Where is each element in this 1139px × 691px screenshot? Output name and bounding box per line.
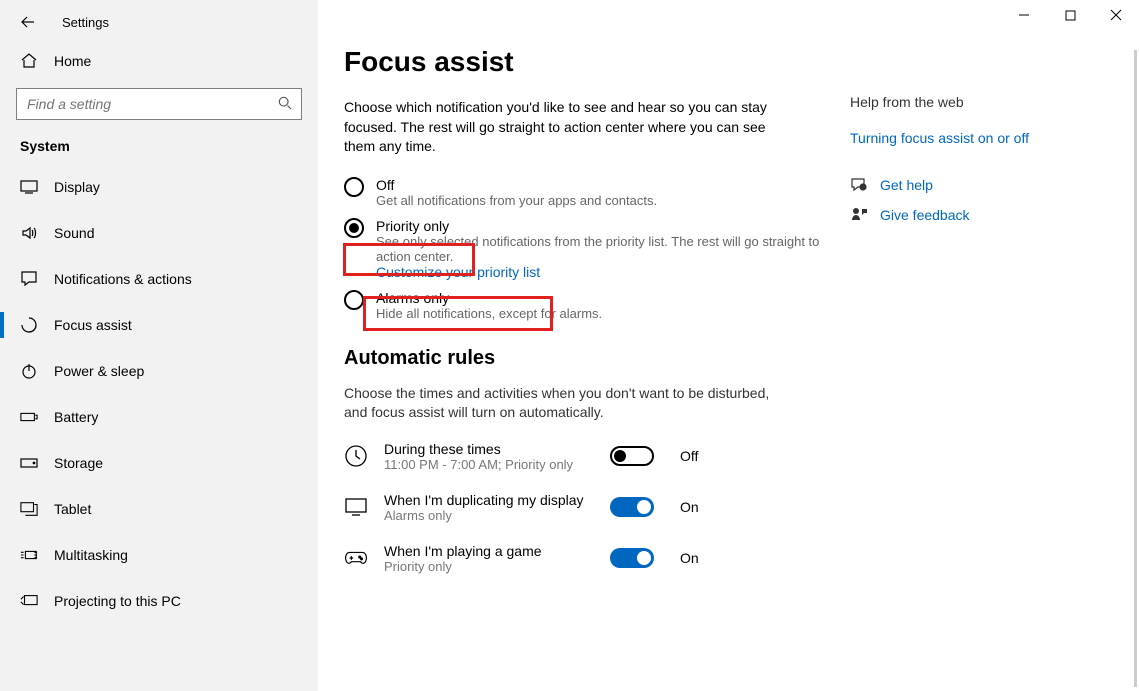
option-title: Alarms only [376,290,602,306]
rule-toggle-label: Off [680,448,698,464]
focus-option-priority[interactable]: Priority only See only selected notifica… [344,216,844,282]
sidebar-item-label: Projecting to this PC [54,593,181,609]
monitor-icon [344,495,368,519]
sidebar-item-label: Focus assist [54,317,132,333]
rule-title: When I'm duplicating my display [384,492,594,508]
page-title: Focus assist [344,46,844,78]
back-icon[interactable] [20,14,36,30]
svg-text:?: ? [862,186,865,192]
rule-playing-game[interactable]: When I'm playing a game Priority only On [344,543,844,574]
option-subtitle: Get all notifications from your apps and… [376,193,657,208]
window-controls [1001,0,1139,30]
automatic-rules-heading: Automatic rules [344,347,844,370]
notifications-icon [20,270,38,288]
tablet-icon [20,500,38,518]
window-close[interactable] [1093,0,1139,30]
sidebar-section-system: System [0,138,318,164]
option-subtitle: Hide all notifications, except for alarm… [376,306,602,321]
help-aside: Help from the web Turning focus assist o… [850,94,1090,236]
power-icon [20,362,38,380]
sound-icon [20,224,38,242]
rule-subtitle: 11:00 PM - 7:00 AM; Priority only [384,457,594,472]
sidebar-item-label: Power & sleep [54,363,144,379]
sidebar-item-battery[interactable]: Battery [0,394,318,440]
option-title: Off [376,177,657,193]
sidebar-item-power-sleep[interactable]: Power & sleep [0,348,318,394]
rule-toggle[interactable] [610,446,654,466]
get-help-icon: ? [850,176,868,194]
window-minimize[interactable] [1001,0,1047,30]
sidebar-item-label: Notifications & actions [54,271,192,287]
automatic-rules-desc: Choose the times and activities when you… [344,384,774,423]
customize-priority-link[interactable]: Customize your priority list [376,264,844,280]
help-heading: Help from the web [850,94,1090,110]
main-content: Focus assist Choose which notification y… [318,0,1139,691]
sidebar-item-focus-assist[interactable]: Focus assist [0,302,318,348]
focus-option-off[interactable]: Off Get all notifications from your apps… [344,175,844,210]
sidebar-item-sound[interactable]: Sound [0,210,318,256]
help-article-link[interactable]: Turning focus assist on or off [850,130,1090,146]
project-icon [20,592,38,610]
radio-icon [344,177,364,197]
home-icon [20,52,38,70]
sidebar-item-label: Battery [54,409,98,425]
focus-option-alarms[interactable]: Alarms only Hide all notifications, exce… [344,288,844,323]
sidebar-item-label: Multitasking [54,547,128,563]
page-description: Choose which notification you'd like to … [344,98,774,157]
radio-icon [344,290,364,310]
sidebar-item-home[interactable]: Home [0,42,318,80]
sidebar-item-notifications[interactable]: Notifications & actions [0,256,318,302]
rule-subtitle: Alarms only [384,508,594,523]
feedback-icon [850,206,868,224]
sidebar-item-projecting[interactable]: Projecting to this PC [0,578,318,624]
rule-toggle-label: On [680,550,699,566]
rule-title: During these times [384,441,594,457]
rule-during-times[interactable]: During these times 11:00 PM - 7:00 AM; P… [344,441,844,472]
sidebar-item-storage[interactable]: Storage [0,440,318,486]
sidebar-item-multitasking[interactable]: Multitasking [0,532,318,578]
sidebar-home-label: Home [54,53,91,69]
radio-icon [344,218,364,238]
rule-duplicating-display[interactable]: When I'm duplicating my display Alarms o… [344,492,844,523]
settings-sidebar: Settings Home System Display Sound Notif… [0,0,318,691]
rule-title: When I'm playing a game [384,543,594,559]
sidebar-item-label: Storage [54,455,103,471]
rule-toggle[interactable] [610,548,654,568]
display-icon [20,178,38,196]
rule-subtitle: Priority only [384,559,594,574]
scrollbar[interactable] [1134,50,1137,687]
option-subtitle: See only selected notifications from the… [376,234,844,264]
sidebar-item-label: Display [54,179,100,195]
battery-icon [20,408,38,426]
sidebar-item-label: Sound [54,225,94,241]
feedback-link[interactable]: Give feedback [880,207,970,223]
sidebar-item-display[interactable]: Display [0,164,318,210]
rule-toggle-label: On [680,499,699,515]
storage-icon [20,454,38,472]
search-input[interactable] [16,88,302,120]
get-help-link[interactable]: Get help [880,177,933,193]
focus-icon [20,316,38,334]
window-title: Settings [62,15,109,30]
clock-icon [344,444,368,468]
window-maximize[interactable] [1047,0,1093,30]
multitask-icon [20,546,38,564]
sidebar-item-tablet[interactable]: Tablet [0,486,318,532]
rule-toggle[interactable] [610,497,654,517]
option-title: Priority only [376,218,844,234]
sidebar-item-label: Tablet [54,501,91,517]
game-icon [344,546,368,570]
search-icon [278,96,292,110]
